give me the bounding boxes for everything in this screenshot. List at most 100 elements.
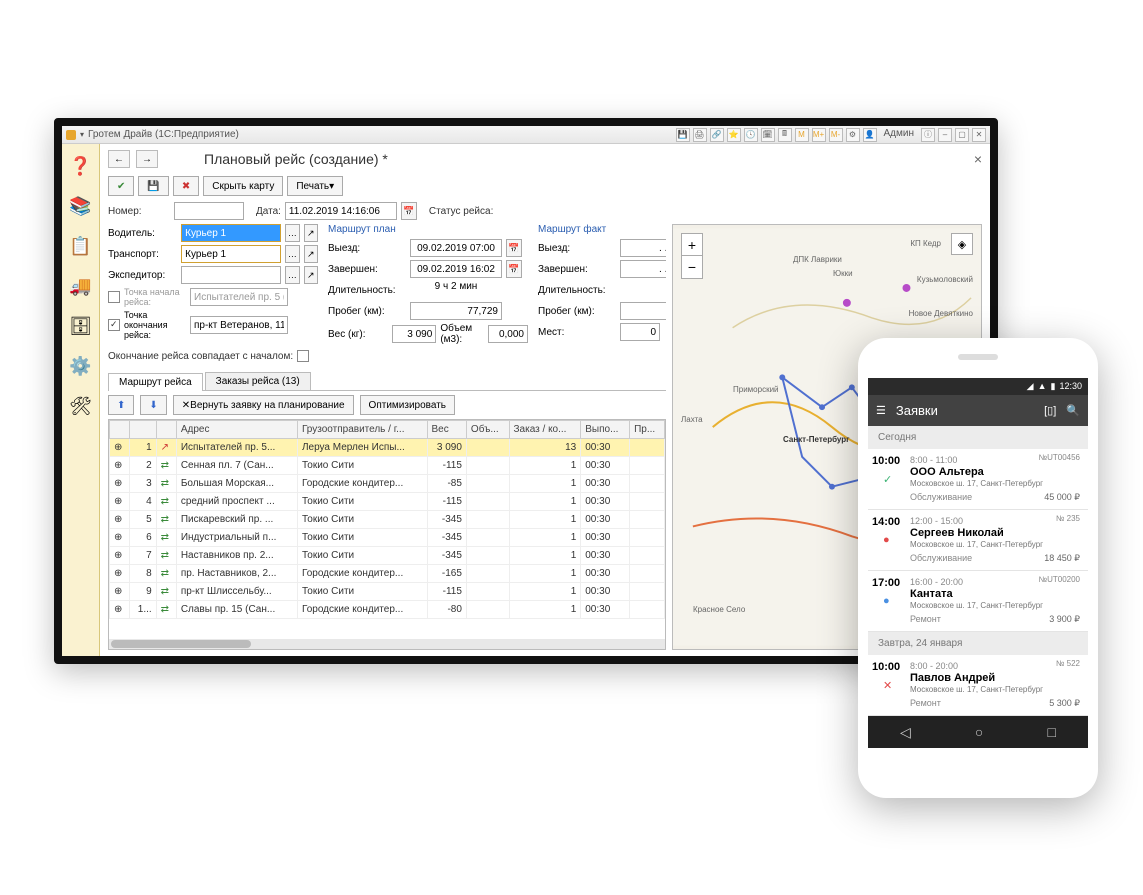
sidebar-books-icon[interactable]: 📚 [67,192,95,220]
end-point-checkbox[interactable] [108,319,120,331]
number-input[interactable] [174,202,244,220]
link-icon[interactable]: 🔗 [710,128,724,142]
grid-column-header[interactable]: Адрес [176,421,297,439]
table-row[interactable]: ⊕1↗Испытателей пр. 5...Леруа Мерлен Испы… [110,439,665,457]
user-icon[interactable]: 👤 [863,128,877,142]
table-row[interactable]: ⊕7⇄Наставников пр. 2...Токио Сити-345100… [110,547,665,565]
settings-icon[interactable]: ⚙ [846,128,860,142]
optimize-button[interactable]: Оптимизировать [360,395,455,415]
grid-column-header[interactable]: Выпо... [581,421,630,439]
nav-recent-button[interactable]: □ [1047,724,1055,740]
calc2-icon[interactable]: 🖩 [778,128,792,142]
back-button[interactable]: ← [108,150,130,168]
grid-column-header[interactable]: Пр... [630,421,665,439]
table-row[interactable]: ⊕5⇄Пискаревский пр. ...Токио Сити-345100… [110,511,665,529]
driver-open-button[interactable]: ↗ [304,224,318,242]
driver-select-button[interactable]: … [285,224,299,242]
request-card[interactable]: 14:00●№ 23512:00 - 15:00Сергеев НиколайМ… [868,510,1088,571]
volume-input[interactable] [488,325,528,343]
dropdown-icon[interactable]: ▾ [80,130,84,139]
mem-mminus-button[interactable]: M- [829,128,843,142]
plan-finish-cal-button[interactable]: 📅 [506,260,522,278]
start-point-input[interactable] [190,288,288,306]
transport-select-button[interactable]: … [285,245,299,263]
cancel-button[interactable]: ✖ [173,176,199,196]
close-page-button[interactable]: × [974,151,982,167]
approve-button[interactable]: ✔ [108,176,134,196]
history-icon[interactable]: 🕓 [744,128,758,142]
print-icon[interactable]: 🖨 [693,128,707,142]
request-card[interactable]: 10:00✓№UT004568:00 - 11:00ООО АльтераМос… [868,449,1088,510]
fact-mileage-input[interactable] [620,302,666,320]
table-row[interactable]: ⊕6⇄Индустриальный п...Токио Сити-345100:… [110,529,665,547]
maximize-button[interactable]: ▢ [955,128,969,142]
request-card[interactable]: 17:00●№UT0020016:00 - 20:00КантатаМосков… [868,571,1088,632]
grid-column-header[interactable]: Заказ / ко... [509,421,581,439]
expeditor-input[interactable] [181,266,281,284]
grid-column-header[interactable]: Объ... [466,421,509,439]
date-input[interactable] [285,202,397,220]
nav-home-button[interactable]: ○ [975,724,983,740]
fact-finish-input[interactable] [620,260,666,278]
info-icon[interactable]: ⓘ [921,128,935,142]
close-button[interactable]: ✕ [972,128,986,142]
search-icon[interactable]: 🔍 [1066,404,1080,417]
zoom-in-button[interactable]: + [682,234,702,256]
grid-column-header[interactable]: Грузоотправитель / г... [297,421,427,439]
bookmark-icon[interactable]: ⭐ [727,128,741,142]
end-same-checkbox[interactable] [297,350,309,362]
zoom-out-button[interactable]: − [682,256,702,278]
move-up-button[interactable]: ⬆ [108,395,134,415]
expeditor-open-button[interactable]: ↗ [304,266,318,284]
plan-depart-input[interactable] [410,239,502,257]
weight-input[interactable] [392,325,436,343]
return-request-button[interactable]: ✕ Вернуть заявку на планирование [173,395,354,415]
expeditor-select-button[interactable]: … [285,266,299,284]
forward-button[interactable]: → [136,150,158,168]
sidebar-truck-icon[interactable]: 🚚 [67,272,95,300]
tab-route[interactable]: Маршрут рейса [108,373,203,391]
hide-map-button[interactable]: Скрыть карту [203,176,283,196]
mem-mplus-button[interactable]: M+ [812,128,826,142]
mem-m-button[interactable]: M [795,128,809,142]
grid-column-header[interactable] [156,421,176,439]
scan-icon[interactable]: [▯] [1044,404,1056,417]
sidebar-help-icon[interactable]: ❓ [67,152,95,180]
grid-scrollbar[interactable] [109,639,665,649]
table-row[interactable]: ⊕2⇄Сенная пл. 7 (Сан...Токио Сити-115100… [110,457,665,475]
grid-column-header[interactable] [130,421,157,439]
driver-input[interactable] [181,224,281,242]
seats-input[interactable] [620,323,660,341]
plan-mileage-input[interactable] [410,302,502,320]
table-row[interactable]: ⊕1...⇄Славы пр. 15 (Сан...Городские конд… [110,601,665,619]
transport-open-button[interactable]: ↗ [304,245,318,263]
sidebar-db-icon[interactable]: 🗄 [67,312,95,340]
plan-finish-input[interactable] [410,260,502,278]
sidebar-clipboard-icon[interactable]: 📋 [67,232,95,260]
sidebar-tools-icon[interactable]: 🛠 [67,392,95,420]
calc-icon[interactable]: 🗓 [761,128,775,142]
end-point-input[interactable] [190,316,288,334]
date-picker-button[interactable]: 📅 [401,202,417,220]
save-icon[interactable]: 💾 [676,128,690,142]
table-row[interactable]: ⊕9⇄пр-кт Шлиссельбу...Токио Сити-115100:… [110,583,665,601]
transport-input[interactable] [181,245,281,263]
grid-column-header[interactable]: Вес [427,421,466,439]
print-button[interactable]: Печать ▾ [287,176,343,196]
route-grid[interactable]: АдресГрузоотправитель / г...ВесОбъ...Зак… [108,419,666,650]
fact-depart-input[interactable] [620,239,666,257]
request-card[interactable]: 10:00✕№ 5228:00 - 20:00Павлов АндрейМоск… [868,655,1088,716]
menu-icon[interactable]: ☰ [876,404,886,417]
tab-orders[interactable]: Заказы рейса (13) [205,372,311,390]
table-row[interactable]: ⊕3⇄Большая Морская...Городские кондитер.… [110,475,665,493]
table-row[interactable]: ⊕8⇄пр. Наставников, 2...Городские кондит… [110,565,665,583]
minimize-button[interactable]: – [938,128,952,142]
layers-button[interactable]: ◈ [951,233,973,255]
start-point-checkbox[interactable] [108,291,120,303]
grid-column-header[interactable] [110,421,130,439]
move-down-button[interactable]: ⬇ [140,395,166,415]
save-button[interactable]: 💾 [138,176,168,196]
sidebar-gear-icon[interactable]: ⚙️ [67,352,95,380]
table-row[interactable]: ⊕4⇄средний проспект ...Токио Сити-115100… [110,493,665,511]
nav-back-button[interactable]: ◁ [900,724,911,741]
